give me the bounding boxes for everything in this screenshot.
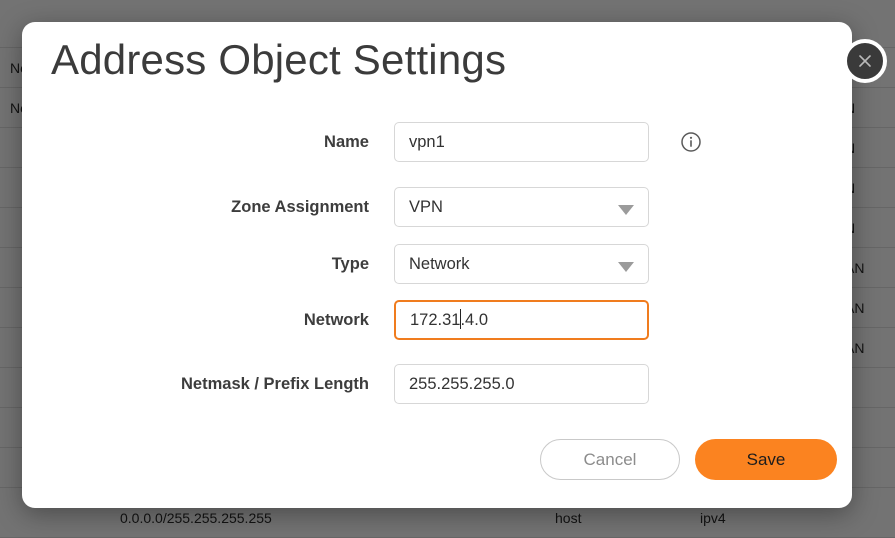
label-network: Network	[303, 311, 369, 329]
form-row-zone-assignment: Zone Assignment VPN	[22, 187, 852, 227]
chevron-down-icon	[618, 262, 634, 272]
network-input[interactable]: 172.31.4.0	[394, 300, 649, 340]
form-row-name: Name vpn1	[22, 122, 852, 162]
network-value-after-caret: .4.0	[460, 311, 488, 329]
name-input[interactable]: vpn1	[394, 122, 649, 162]
netmask-input[interactable]: 255.255.255.0	[394, 364, 649, 404]
form-row-netmask: Netmask / Prefix Length 255.255.255.0	[22, 364, 852, 404]
type-value: Network	[409, 255, 470, 273]
zone-assignment-select[interactable]: VPN	[394, 187, 649, 227]
label-name: Name	[324, 133, 369, 151]
label-type: Type	[331, 255, 369, 273]
address-object-settings-dialog: Address Object Settings Name vpn1 Zone A…	[22, 22, 887, 508]
close-button[interactable]	[843, 39, 887, 83]
cancel-button[interactable]: Cancel	[540, 439, 680, 480]
zone-assignment-value: VPN	[409, 198, 443, 216]
form-row-type: Type Network	[22, 244, 852, 284]
application-root: Net AN Ne N N N	[0, 0, 895, 538]
label-zone-assignment: Zone Assignment	[231, 198, 369, 216]
network-value-before-caret: 172.31	[410, 311, 461, 329]
chevron-down-icon	[618, 205, 634, 215]
form-row-network: Network 172.31.4.0	[22, 300, 852, 340]
info-icon[interactable]	[680, 131, 702, 153]
close-icon	[855, 51, 875, 71]
type-select[interactable]: Network	[394, 244, 649, 284]
save-button[interactable]: Save	[695, 439, 837, 480]
dialog-title: Address Object Settings	[51, 36, 507, 83]
label-netmask-prefix-length: Netmask / Prefix Length	[181, 375, 369, 393]
